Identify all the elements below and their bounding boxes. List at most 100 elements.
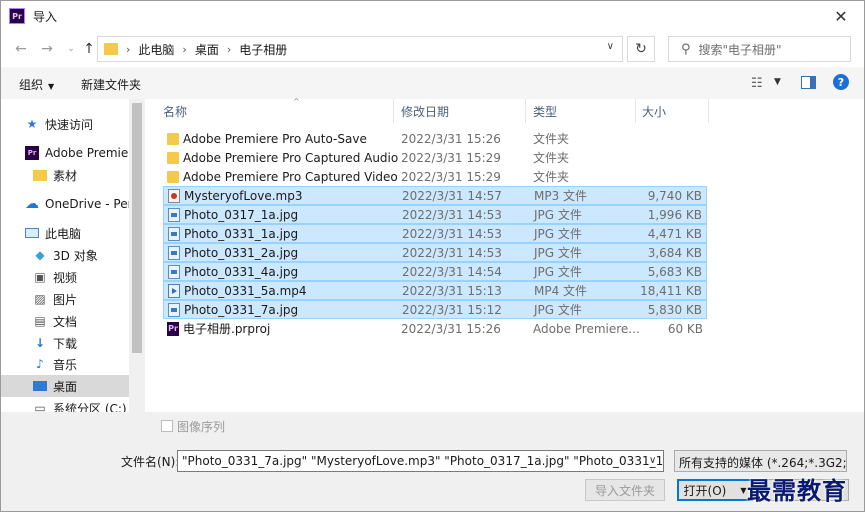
file-date: 2022/3/31 14:53 — [402, 226, 502, 241]
address-bar[interactable]: › 此电脑 › 桌面 › 电子相册 ∨ — [97, 36, 623, 62]
view-chevron-down-icon[interactable]: ▼ — [774, 77, 781, 87]
import-folder-button[interactable]: 导入文件夹 — [585, 479, 665, 501]
file-type: JPG 文件 — [534, 246, 582, 260]
file-size: 5,830 KB — [647, 302, 702, 317]
file-type-filter-select[interactable]: 所有支持的媒体 (*.264;*.3G2;* — [674, 450, 847, 472]
filename-input[interactable]: "Photo_0331_7a.jpg" "MysteryofLove.mp3" … — [177, 450, 664, 472]
nav-item-onedrive[interactable]: ☁ OneDrive - Perso — [25, 193, 145, 215]
search-input[interactable]: ⚲ 搜索"电子相册" — [668, 36, 851, 62]
nav-item-music[interactable]: ♪ 音乐 — [33, 353, 77, 375]
file-name: MysteryofLove.mp3 — [184, 188, 303, 203]
nav-item-videos[interactable]: ▣ 视频 — [33, 266, 77, 288]
back-arrow-icon[interactable]: ← — [11, 38, 31, 60]
video-file-icon — [168, 283, 180, 298]
folder-icon — [104, 43, 118, 55]
file-date: 2022/3/31 15:26 — [401, 131, 501, 146]
file-size: 5,683 KB — [647, 264, 702, 279]
nav-item-label: 音乐 — [53, 357, 78, 372]
file-name: Photo_0331_2a.jpg — [184, 245, 299, 260]
column-header-size[interactable]: 大小 — [642, 99, 666, 123]
preview-pane-icon[interactable] — [801, 76, 816, 89]
column-divider[interactable] — [525, 99, 526, 123]
file-date: 2022/3/31 15:26 — [401, 321, 501, 336]
chevron-down-icon: ▼ — [740, 485, 747, 495]
file-name: Photo_0331_7a.jpg — [184, 302, 299, 317]
file-type: JPG 文件 — [534, 265, 582, 279]
new-folder-button[interactable]: 新建文件夹 — [81, 76, 141, 93]
image-file-icon — [168, 226, 180, 241]
file-type: MP4 文件 — [534, 284, 588, 298]
nav-item-pictures[interactable]: ▨ 图片 — [33, 288, 77, 310]
image-file-icon — [168, 302, 180, 317]
refresh-icon[interactable]: ↻ — [627, 36, 655, 62]
column-divider[interactable] — [635, 99, 636, 123]
premiere-project-icon: Pr — [167, 321, 179, 336]
file-row[interactable]: Photo_0331_1a.jpg 2022/3/31 14:53 JPG 文件 4,… — [163, 224, 707, 243]
command-bar: 组织 ▼ 新建文件夹 ☷ ▼ ? — [1, 67, 864, 99]
import-dialog: Pr 导入 ✕ ← → ⌄ ↑ › 此电脑 › 桌面 › 电子相册 ∨ ↻ ⚲ … — [0, 0, 865, 512]
music-icon: ♪ — [36, 357, 44, 371]
dialog-footer: 图像序列 文件名(N): "Photo_0331_7a.jpg" "Myster… — [1, 412, 864, 511]
star-icon: ★ — [26, 117, 38, 131]
help-icon[interactable]: ? — [833, 74, 849, 90]
column-header-type[interactable]: 类型 — [533, 99, 557, 123]
forward-arrow-icon[interactable]: → — [37, 38, 57, 60]
nav-item-label: Adobe Premiere — [45, 146, 141, 160]
file-row[interactable]: Photo_0317_1a.jpg 2022/3/31 14:53 JPG 文件 1,… — [163, 205, 707, 224]
organize-label: 组织 — [19, 78, 44, 92]
filename-chevron-down-icon[interactable]: ∨ — [649, 455, 656, 466]
file-row[interactable]: Adobe Premiere Pro Captured Video 2022/3/… — [163, 167, 707, 186]
navigation-pane: ★ 快速访问 Pr Adobe Premiere 素材 ☁ OneDrive - Pe… — [1, 99, 145, 412]
nav-item-3d-objects[interactable]: ◆ 3D 对象 — [33, 244, 98, 266]
breadcrumb-separator-icon: › — [182, 42, 187, 56]
breadcrumb-this-pc[interactable]: 此电脑 — [138, 41, 174, 58]
file-row[interactable]: Photo_0331_4a.jpg 2022/3/31 14:54 JPG 文件 5,… — [163, 262, 707, 281]
nav-scrollbar[interactable] — [129, 99, 145, 412]
file-size: 3,684 KB — [647, 245, 702, 260]
nav-item-documents[interactable]: ▤ 文档 — [33, 310, 77, 332]
file-row[interactable]: Photo_0331_7a.jpg 2022/3/31 15:12 JPG 文件 5,… — [163, 300, 707, 319]
file-type: 文件夹 — [533, 170, 570, 184]
recent-chevron-down-icon[interactable]: ⌄ — [61, 38, 81, 60]
nav-item-system-drive[interactable]: ▭ 系统分区 (C:) — [33, 397, 126, 412]
close-icon[interactable]: ✕ — [818, 1, 864, 31]
column-header-name[interactable]: 名称 ^ — [163, 97, 300, 123]
file-row[interactable]: Photo_0331_5a.mp4 2022/3/31 15:13 MP4 文件 18… — [163, 281, 707, 300]
breadcrumb-album[interactable]: 电子相册 — [239, 41, 287, 58]
open-button[interactable]: 打开(O) ▼ — [677, 479, 753, 501]
file-row[interactable]: MysteryofLove.mp3 2022/3/31 14:57 MP3 文件 9,… — [163, 186, 707, 205]
file-name: Photo_0331_4a.jpg — [184, 264, 299, 279]
file-row[interactable]: Adobe Premiere Pro Captured Audio 2022/3/… — [163, 148, 707, 167]
file-type: 文件夹 — [533, 151, 570, 165]
file-type: JPG 文件 — [534, 227, 582, 241]
breadcrumb-desktop[interactable]: 桌面 — [195, 41, 219, 58]
file-row[interactable]: Photo_0331_2a.jpg 2022/3/31 14:53 JPG 文件 3,… — [163, 243, 707, 262]
image-sequence-checkbox[interactable] — [161, 420, 173, 432]
file-row[interactable]: Adobe Premiere Pro Auto-Save 2022/3/31 15… — [163, 129, 707, 148]
column-name-label: 名称 — [163, 104, 188, 119]
file-name: Photo_0331_1a.jpg — [184, 226, 299, 241]
nav-item-materials[interactable]: 素材 — [33, 164, 77, 186]
file-date: 2022/3/31 14:57 — [402, 188, 502, 203]
organize-button[interactable]: 组织 ▼ — [19, 76, 54, 93]
column-divider[interactable] — [708, 99, 709, 123]
image-file-icon — [168, 264, 180, 279]
nav-item-this-pc[interactable]: 此电脑 — [25, 222, 81, 244]
window-title: 导入 — [33, 9, 58, 24]
nav-item-quick-access[interactable]: ★ 快速访问 — [25, 113, 93, 135]
nav-item-adobe-premiere[interactable]: Pr Adobe Premiere — [25, 142, 140, 164]
nav-item-desktop[interactable]: 桌面 — [1, 375, 129, 397]
address-dropdown-icon[interactable]: ∨ — [607, 41, 614, 52]
nav-item-downloads[interactable]: ↓ 下载 — [33, 332, 77, 354]
column-header-date[interactable]: 修改日期 — [401, 99, 449, 123]
file-name: Adobe Premiere Pro Captured Audio — [183, 150, 399, 165]
up-arrow-icon[interactable]: ↑ — [79, 38, 99, 60]
file-size: 4,471 KB — [647, 226, 702, 241]
file-type: MP3 文件 — [534, 189, 588, 203]
file-size: 1,996 KB — [647, 207, 702, 222]
scrollbar-thumb[interactable] — [132, 103, 142, 353]
nav-item-label: 3D 对象 — [53, 248, 98, 263]
file-row[interactable]: Pr 电子相册.prproj 2022/3/31 15:26 Adobe Premie… — [163, 319, 707, 338]
column-divider[interactable] — [393, 99, 394, 123]
view-options-icon[interactable]: ☷ — [751, 76, 763, 91]
